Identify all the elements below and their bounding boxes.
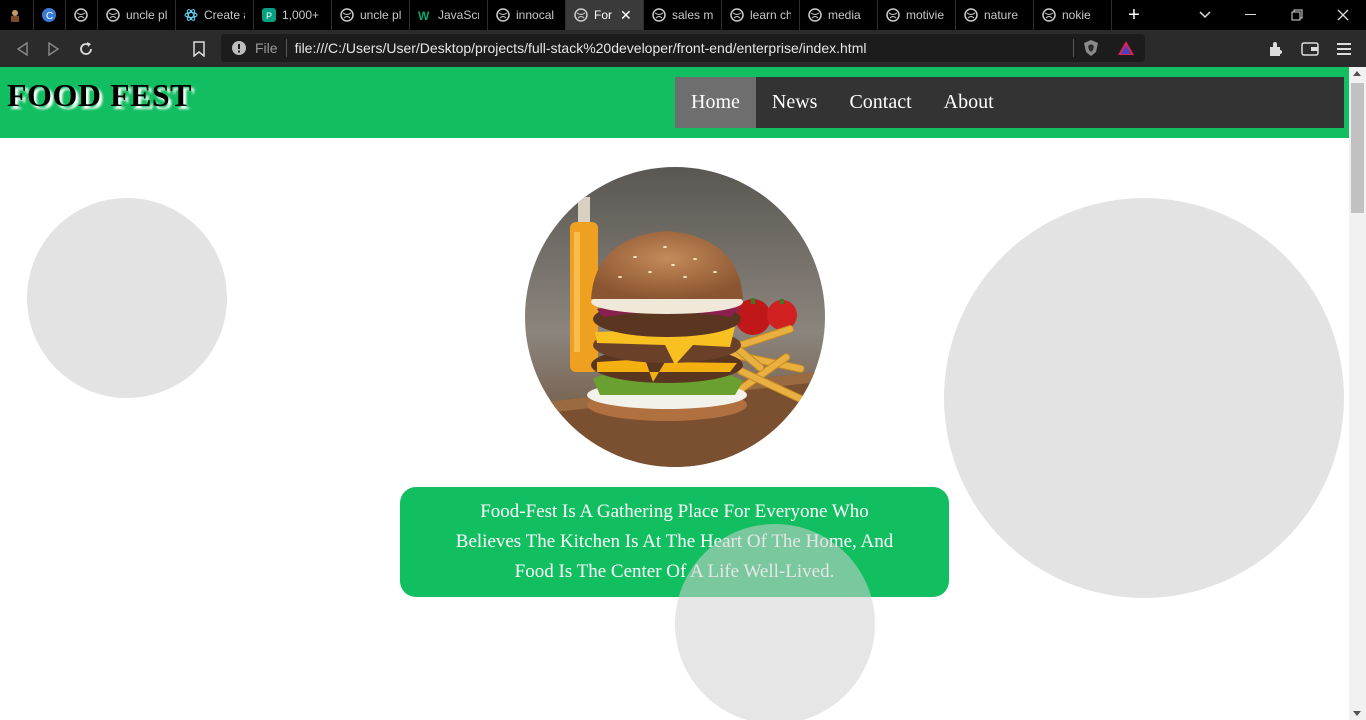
svg-text:W: W xyxy=(418,9,430,22)
address-bar[interactable]: File file:///C:/Users/User/Desktop/proje… xyxy=(221,34,1145,62)
tab-title: nature xyxy=(984,8,1019,22)
forward-icon[interactable] xyxy=(38,33,70,65)
scroll-thumb[interactable] xyxy=(1351,83,1364,213)
tab-title: learn ch xyxy=(750,8,791,22)
browser-toolbar: File file:///C:/Users/User/Desktop/proje… xyxy=(0,30,1366,67)
tagline-box: Food-Fest Is A Gathering Place For Every… xyxy=(400,487,949,597)
tab-14[interactable]: nature xyxy=(956,0,1034,30)
nav-news-link[interactable]: News xyxy=(756,77,834,128)
close-tab-icon[interactable]: ✕ xyxy=(620,7,632,24)
back-icon[interactable] xyxy=(6,33,38,65)
tab-title: JavaScr xyxy=(438,8,479,22)
brave-rewards-icon[interactable] xyxy=(1117,40,1135,61)
tab-title: motivie xyxy=(906,8,945,22)
tab-title: Create a xyxy=(204,8,245,22)
decorative-bubble xyxy=(27,198,227,398)
nav-contact-link[interactable]: Contact xyxy=(833,77,927,128)
protocol-label: File xyxy=(255,40,278,56)
separator xyxy=(285,39,287,57)
restore-icon[interactable] xyxy=(1274,0,1320,30)
nav-home-link[interactable]: Home xyxy=(675,77,756,128)
tab-strip: C uncle pl Create a P 1,000+ uncle pl W … xyxy=(0,0,1366,30)
wallet-icon[interactable] xyxy=(1293,30,1327,67)
vertical-scrollbar[interactable] xyxy=(1349,67,1366,720)
avatar-icon xyxy=(8,8,22,22)
new-tab-button[interactable]: + xyxy=(1116,4,1152,27)
tab-6[interactable]: uncle pl xyxy=(332,0,410,30)
tab-search-icon[interactable] xyxy=(1182,0,1228,30)
tab-7[interactable]: W JavaScr xyxy=(410,0,488,30)
tab-3[interactable]: uncle pl xyxy=(98,0,176,30)
globe-icon xyxy=(652,8,666,22)
tab-12[interactable]: media xyxy=(800,0,878,30)
extensions-icon[interactable] xyxy=(1259,30,1293,67)
url-text[interactable]: file:///C:/Users/User/Desktop/projects/f… xyxy=(295,40,867,56)
scroll-down-arrow-icon[interactable] xyxy=(1353,711,1361,716)
tab-8[interactable]: innocal xyxy=(488,0,566,30)
minimize-icon[interactable] xyxy=(1228,0,1274,30)
react-icon xyxy=(184,8,198,22)
tab-title: sales m xyxy=(672,8,713,22)
site-header: FOOD FEST Home News Contact About xyxy=(0,67,1349,138)
tab-title: innocal xyxy=(516,8,555,22)
tab-5[interactable]: P 1,000+ xyxy=(254,0,332,30)
main-nav: Home News Contact About xyxy=(675,77,1344,128)
globe-icon xyxy=(106,8,120,22)
reload-icon[interactable] xyxy=(70,33,102,65)
globe-icon xyxy=(808,8,822,22)
site-logo[interactable]: FOOD FEST xyxy=(7,77,192,114)
tab-11[interactable]: learn ch xyxy=(722,0,800,30)
tab-0[interactable] xyxy=(0,0,34,30)
tab-active[interactable]: For ✕ xyxy=(566,0,644,30)
globe-icon xyxy=(1042,8,1056,22)
scroll-up-arrow-icon[interactable] xyxy=(1353,71,1361,76)
tab-2[interactable] xyxy=(66,0,98,30)
page-viewport: FOOD FEST Home News Contact About Food-F… xyxy=(0,67,1349,720)
bookmark-icon[interactable] xyxy=(183,33,215,65)
tab-title: 1,000+ xyxy=(282,8,320,22)
globe-icon xyxy=(340,8,354,22)
decorative-bubble xyxy=(944,198,1344,598)
tab-title: media xyxy=(828,8,861,22)
close-window-icon[interactable] xyxy=(1320,0,1366,30)
tab-title: uncle pl xyxy=(360,8,401,22)
globe-icon xyxy=(964,8,978,22)
info-icon[interactable] xyxy=(231,40,247,56)
canva-icon: C xyxy=(42,8,56,22)
svg-text:C: C xyxy=(46,11,53,22)
svg-text:P: P xyxy=(266,11,272,21)
tab-title: uncle pl xyxy=(126,8,167,22)
tab-15[interactable]: nokie xyxy=(1034,0,1112,30)
nav-about-link[interactable]: About xyxy=(928,77,1010,128)
tab-title: nokie xyxy=(1062,8,1091,22)
globe-icon xyxy=(574,8,588,22)
decorative-bubble xyxy=(675,524,875,720)
pexels-icon: P xyxy=(262,8,276,22)
tab-10[interactable]: sales m xyxy=(644,0,722,30)
burger-hero-image xyxy=(525,167,825,467)
globe-icon xyxy=(886,8,900,22)
menu-icon[interactable] xyxy=(1327,30,1361,67)
tab-title: For xyxy=(594,8,612,22)
tab-1[interactable]: C xyxy=(34,0,66,30)
separator xyxy=(1073,39,1074,57)
w3schools-icon: W xyxy=(418,8,432,22)
tab-4[interactable]: Create a xyxy=(176,0,254,30)
globe-icon xyxy=(730,8,744,22)
tab-13[interactable]: motivie xyxy=(878,0,956,30)
globe-icon xyxy=(74,8,88,22)
globe-icon xyxy=(496,8,510,22)
brave-shields-icon[interactable] xyxy=(1083,40,1099,62)
